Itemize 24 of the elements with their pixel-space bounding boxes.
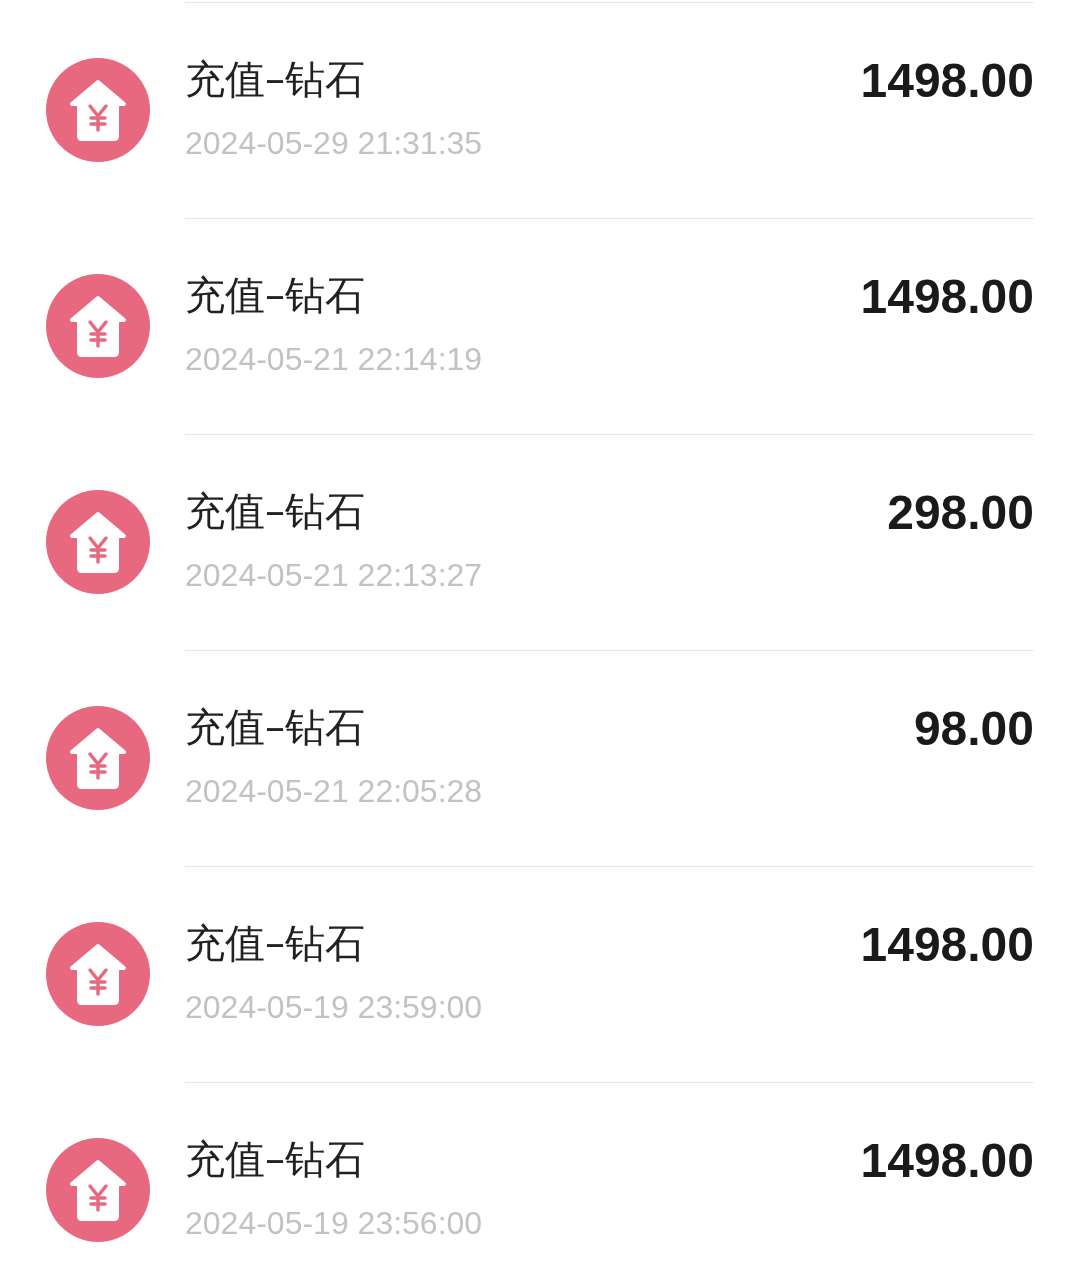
transaction-title: 充值–钻石 (185, 271, 366, 319)
transaction-title: 充值–钻石 (185, 1135, 366, 1183)
house-yen-icon (46, 1138, 150, 1242)
house-yen-icon (46, 922, 150, 1026)
transaction-title: 充值–钻石 (185, 487, 366, 535)
house-yen-icon (46, 706, 150, 810)
transaction-amount: 1498.00 (860, 1135, 1034, 1187)
transaction-amount: 1498.00 (860, 271, 1034, 323)
transaction-time: 2024-05-21 22:14:19 (185, 340, 483, 379)
house-yen-icon (46, 490, 150, 594)
transaction-title: 充值–钻石 (185, 55, 366, 103)
house-yen-icon (46, 58, 150, 162)
transaction-amount: 1498.00 (860, 919, 1034, 971)
transaction-amount: 298.00 (887, 487, 1034, 539)
transaction-time: 2024-05-19 23:56:00 (185, 1204, 483, 1243)
transaction-time: 2024-05-29 21:31:35 (185, 124, 483, 163)
transaction-title: 充值–钻石 (185, 703, 366, 751)
transaction-amount: 1498.00 (860, 55, 1034, 107)
transaction-time: 2024-05-19 23:59:00 (185, 988, 483, 1027)
transaction-time: 2024-05-21 22:13:27 (185, 556, 483, 595)
transaction-amount: 98.00 (913, 703, 1034, 755)
transaction-time: 2024-05-21 22:05:28 (185, 772, 483, 811)
transaction-title: 充值–钻石 (185, 919, 366, 967)
house-yen-icon (46, 274, 150, 378)
